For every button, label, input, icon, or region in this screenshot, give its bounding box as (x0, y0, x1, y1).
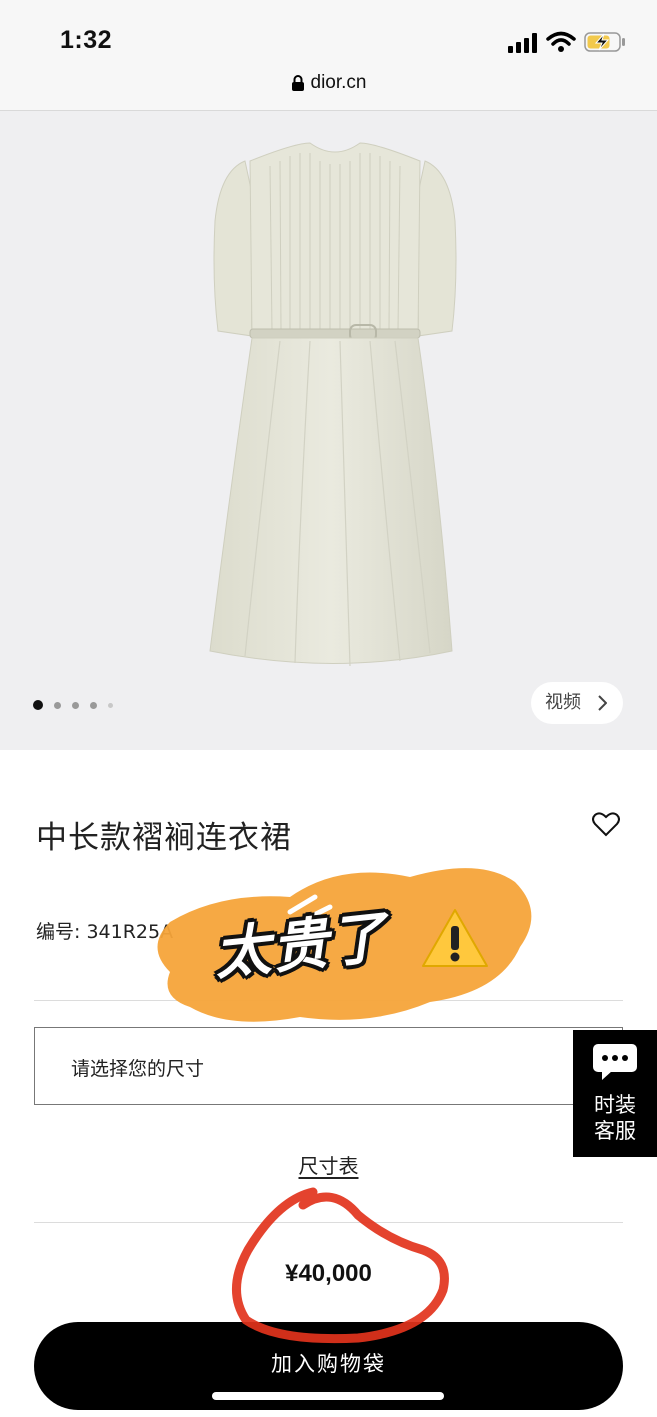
signal-icon (508, 33, 537, 53)
carousel-dot[interactable] (54, 702, 61, 709)
service-label-line1: 时装 (594, 1093, 636, 1117)
lock-icon (291, 75, 304, 91)
customer-service-widget[interactable]: 时装 客服 (573, 1030, 657, 1157)
product-image-carousel[interactable]: 视频 (0, 111, 657, 750)
home-indicator (212, 1392, 444, 1400)
warning-icon (422, 909, 488, 967)
carousel-dot[interactable] (108, 703, 113, 708)
address-bar[interactable]: dior.cn (0, 72, 657, 98)
video-label: 视频 (545, 692, 581, 713)
size-select-placeholder: 请选择您的尺寸 (71, 1058, 205, 1080)
size-select[interactable]: 请选择您的尺寸 (34, 1027, 623, 1105)
url-text: dior.cn (310, 72, 367, 93)
product-title: 中长款褶裥连衣裙 (36, 820, 292, 856)
red-circle-annotation (232, 1187, 449, 1344)
video-button[interactable]: 视频 (531, 682, 623, 724)
carousel-dot-active[interactable] (33, 700, 43, 710)
battery-icon (584, 32, 625, 52)
status-time: 1:32 (60, 26, 113, 54)
heart-icon[interactable] (592, 811, 620, 837)
status-bar: 1:32 dior.cn (0, 0, 657, 111)
dress-image (209, 142, 457, 667)
chat-bubble-icon (593, 1044, 637, 1080)
service-label-line2: 客服 (594, 1119, 636, 1143)
size-chart-link[interactable]: 尺寸表 (299, 1154, 359, 1178)
size-chart-link-row: 尺寸表 (0, 1150, 657, 1179)
carousel-dot[interactable] (72, 702, 79, 709)
carousel-dot[interactable] (90, 702, 97, 709)
wifi-icon (546, 31, 576, 52)
chevron-right-icon (598, 695, 607, 711)
